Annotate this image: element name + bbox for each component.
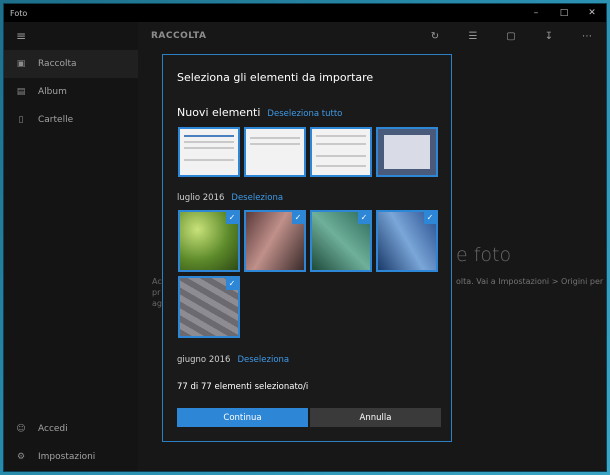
checkmark-icon: ✓	[292, 212, 304, 224]
section-label: luglio 2016	[177, 193, 225, 203]
deselect-june-link[interactable]: Deseleziona	[237, 355, 289, 365]
photo-thumbnail[interactable]: ✓	[310, 210, 372, 272]
section-label: Nuovi elementi	[177, 106, 261, 119]
june-2016-header: giugno 2016 Deseleziona	[177, 355, 289, 365]
photo-thumbnail[interactable]: ✓	[244, 210, 306, 272]
checkmark-icon: ✓	[226, 212, 238, 224]
july-2016-header: luglio 2016 Deseleziona	[177, 193, 283, 203]
cancel-button[interactable]: Annulla	[310, 408, 441, 427]
july-photos-row: ✓ ✓ ✓ ✓	[178, 210, 438, 272]
deselect-all-link[interactable]: Deseleziona tutto	[267, 109, 342, 119]
continue-button[interactable]: Continua	[177, 408, 308, 427]
photo-thumbnail[interactable]	[178, 127, 240, 177]
photo-thumbnail[interactable]: ✓	[178, 276, 240, 338]
photo-thumbnail[interactable]: ✓	[376, 210, 438, 272]
photo-thumbnail[interactable]	[310, 127, 372, 177]
photo-thumbnail[interactable]: ✓	[178, 210, 240, 272]
new-items-header: Nuovi elementi Deseleziona tutto	[177, 106, 342, 119]
selection-status: 77 di 77 elementi selezionato/i	[177, 382, 309, 392]
checkmark-icon: ✓	[226, 278, 238, 290]
checkmark-icon: ✓	[424, 212, 436, 224]
import-dialog: Seleziona gli elementi da importare Nuov…	[162, 54, 452, 442]
photo-thumbnail[interactable]	[376, 127, 438, 177]
july-photos-row-2: ✓	[178, 276, 240, 338]
photos-app-window: Foto – □ ✕ ≡ ▣ Raccolta ▤ Album ▯ Cartel…	[4, 4, 606, 471]
checkmark-icon: ✓	[358, 212, 370, 224]
deselect-july-link[interactable]: Deseleziona	[231, 193, 283, 203]
new-items-row	[178, 127, 438, 177]
photo-thumbnail[interactable]	[244, 127, 306, 177]
dialog-title: Seleziona gli elementi da importare	[177, 71, 374, 84]
section-label: giugno 2016	[177, 355, 231, 365]
